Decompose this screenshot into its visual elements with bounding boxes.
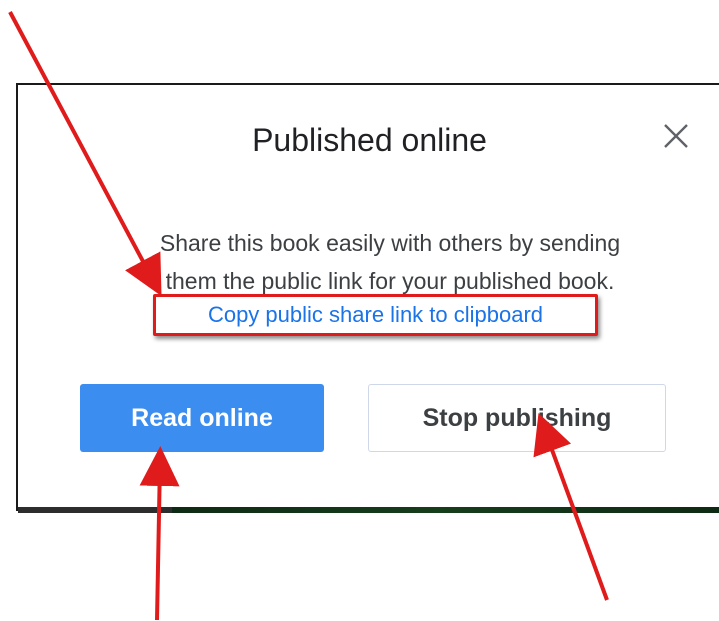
stop-publishing-button[interactable]: Stop publishing [368,384,666,452]
close-icon[interactable] [662,122,690,150]
background-strip [18,507,719,513]
copy-share-link[interactable]: Copy public share link to clipboard [153,294,598,336]
read-online-button[interactable]: Read online [80,384,324,452]
dialog-description: Share this book easily with others by se… [40,224,719,300]
dialog-title: Published online [252,122,487,158]
screenshot-stage: Published online Share this book easily … [0,0,719,621]
description-line-1: Share this book easily with others by se… [159,230,621,256]
